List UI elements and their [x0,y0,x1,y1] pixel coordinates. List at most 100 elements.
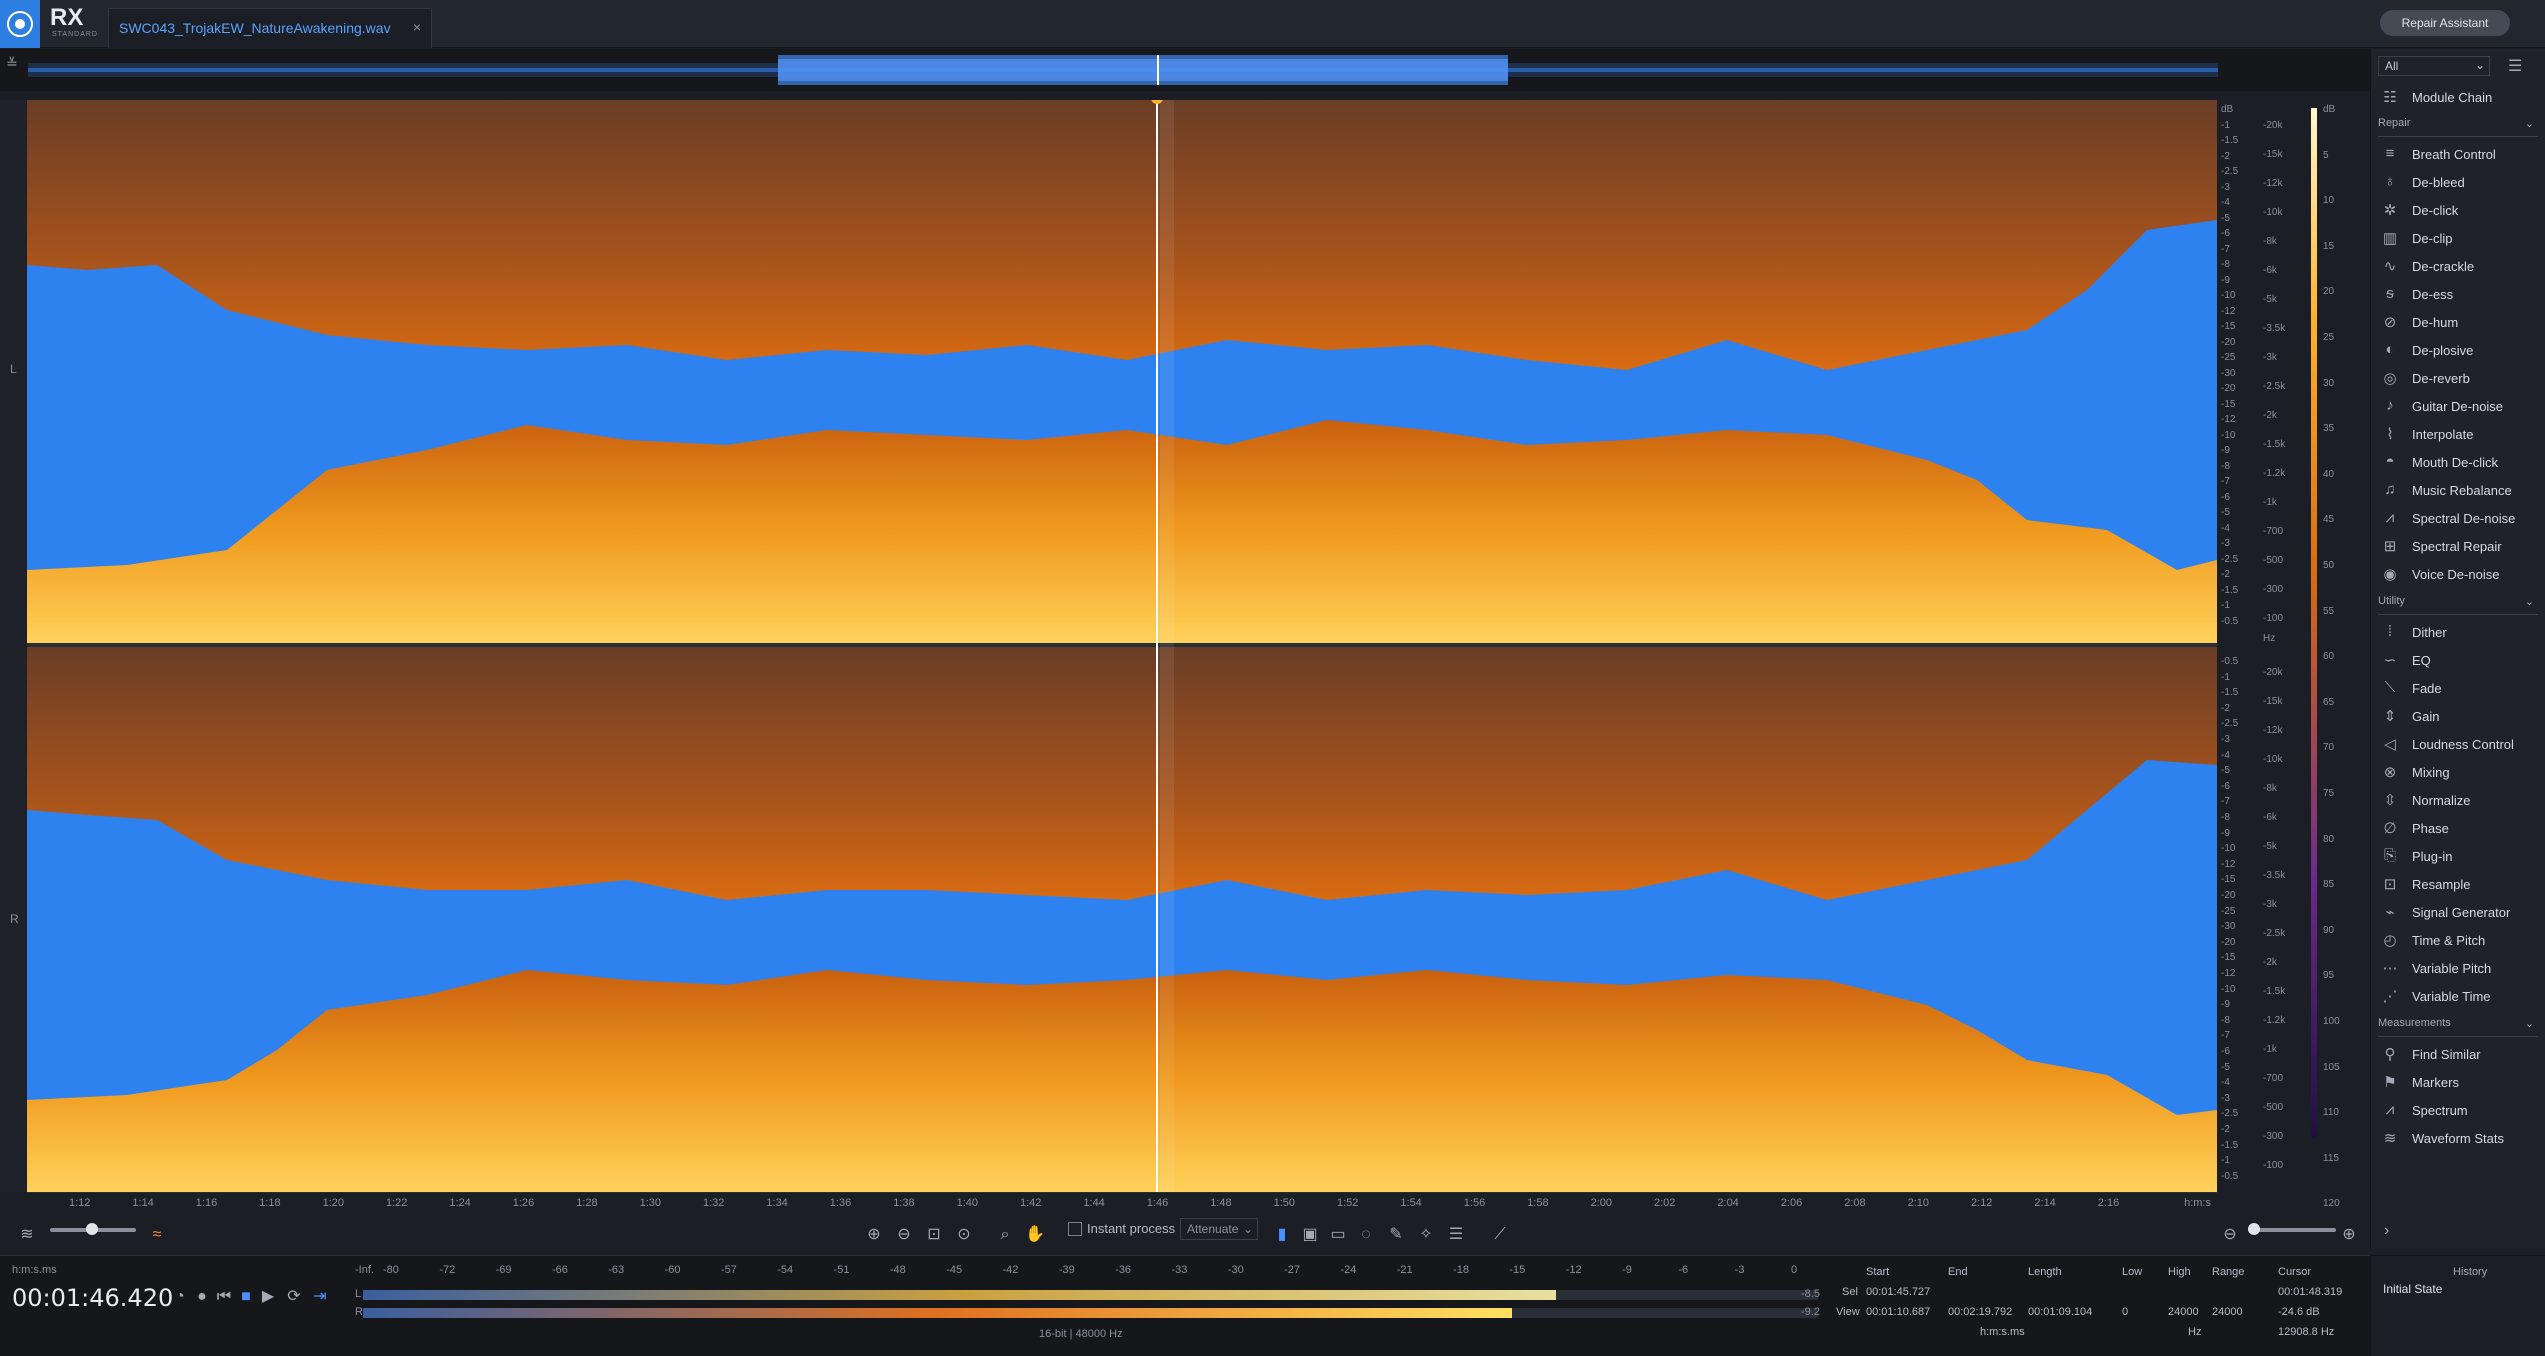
module-find-similar[interactable]: ⚲ Find Similar [2378,1043,2543,1067]
module-gain[interactable]: ⇕ Gain [2378,705,2543,729]
play-selection-icon[interactable]: ⇥ [308,1286,332,1308]
module-music-rebalance[interactable]: ♫ Music Rebalance [2378,479,2543,503]
module-group-header[interactable]: Repair ⌄ [2378,117,2538,137]
view-end[interactable]: 00:02:19.792 [1948,1306,2012,1318]
magic-wand-icon[interactable]: ✧ [1414,1224,1438,1246]
module-de-click[interactable]: ✲ De-click [2378,199,2543,223]
loop-icon[interactable]: ⟳ [282,1286,306,1308]
channel-right-display[interactable] [27,647,2217,1192]
module-normalize[interactable]: ⇳ Normalize [2378,789,2543,813]
module-resample[interactable]: ⊡ Resample [2378,873,2543,897]
overview-waveform[interactable] [28,55,2218,85]
repair-assistant-button[interactable]: Repair Assistant [2380,10,2510,36]
module-de-plosive[interactable]: ◐ De-plosive [2378,339,2543,363]
module-time-pitch[interactable]: ◴ Time & Pitch [2378,929,2543,953]
close-icon[interactable]: × [413,19,421,35]
spectrogram-toggle-icon[interactable]: ≈ [145,1224,169,1246]
zoom-in-icon[interactable]: ⊕ [862,1224,886,1246]
cursor-time: 00:01:48.319 [2278,1286,2343,1298]
module-eq[interactable]: ∽ EQ [2378,649,2543,673]
time-selection-icon[interactable]: ▮ [1270,1224,1294,1246]
phase-icon: ∅ [2383,820,2397,837]
waveform-overview[interactable]: ≚ [0,49,2370,91]
module-dither[interactable]: ⁞ Dither [2378,621,2543,645]
waveform-toggle-icon[interactable]: ≋ [15,1224,39,1246]
module-plug-in[interactable]: ⎘ Plug-in [2378,845,2543,869]
instant-process-checkbox[interactable] [1068,1222,1082,1236]
module-mouth-de-click[interactable]: ◓ Mouth De-click [2378,451,2543,475]
lasso-icon[interactable]: ◌ [1354,1224,1378,1246]
zoom-fit-icon[interactable]: ⊙ [952,1224,976,1246]
time-frequency-selection-icon[interactable]: ▣ [1298,1224,1322,1246]
headphones-icon[interactable]: ◔ [168,1286,192,1308]
module-de-ess[interactable]: ᵴ De-ess [2378,283,2543,307]
module-markers[interactable]: ⚑ Markers [2378,1071,2543,1095]
module-group-header[interactable]: Measurements ⌄ [2378,1017,2538,1037]
module-mixing[interactable]: ⊗ Mixing [2378,761,2543,785]
module-filter-dropdown[interactable]: All ⌄ [2378,56,2490,76]
module-chain-item[interactable]: ☷ Module Chain [2378,86,2543,110]
module-de-reverb[interactable]: ◎ De-reverb [2378,367,2543,391]
module-guitar-de-noise[interactable]: ♪ Guitar De-noise [2378,395,2543,419]
module-variable-time[interactable]: ⋰ Variable Time [2378,985,2543,1009]
hz-tick: -8k [2263,783,2277,794]
module-signal-generator[interactable]: ⌁ Signal Generator [2378,901,2543,925]
brush-icon[interactable]: ✎ [1384,1224,1408,1246]
harmonic-selection-icon[interactable]: ☰ [1444,1224,1468,1246]
module-voice-de-noise[interactable]: ◉ Voice De-noise [2378,563,2543,587]
view-length[interactable]: 00:01:09.104 [2028,1306,2092,1318]
module-loudness-control[interactable]: ◁ Loudness Control [2378,733,2543,757]
waveform-spectrogram-slider[interactable] [50,1223,136,1235]
record-icon[interactable]: ● [190,1286,214,1308]
envelope-icon[interactable]: ⟋ [1488,1224,1512,1246]
module-phase[interactable]: ∅ Phase [2378,817,2543,841]
channel-left-display[interactable] [27,100,2217,643]
attenuate-dropdown[interactable]: Attenuate ⌄ [1180,1218,1258,1240]
module-spectral-de-noise[interactable]: ⩘ Spectral De-noise [2378,507,2543,531]
module-variable-pitch[interactable]: ⋯ Variable Pitch [2378,957,2543,981]
db-tick: -12 [2221,414,2236,425]
db-tick: -30 [2221,367,2236,379]
hz-tick: -2k [2263,410,2277,421]
skip-back-icon[interactable]: ⏮ [212,1286,236,1308]
chevron-right-icon[interactable]: › [2384,1222,2389,1240]
channel-label-left: L [10,362,17,376]
spectrogram-waveform-display[interactable] [27,100,2217,1192]
time-format-selector[interactable]: h:m:s.ms [12,1264,57,1276]
module-interpolate[interactable]: ⌇ Interpolate [2378,423,2543,447]
timeline-ruler[interactable]: h:m:s 1:12 1:14 1:16 1:18 1:20 1:22 1:24 1:26 1:… [27,1192,2217,1214]
zoom-in-horizontal-icon[interactable]: ⊕ [2337,1224,2361,1246]
meter-scale-tick: -9 [1622,1264,1632,1276]
view-low[interactable]: 0 [2122,1306,2128,1318]
zoom-tool-icon[interactable]: ⌕ [993,1224,1017,1246]
stop-icon[interactable]: ■ [234,1286,258,1308]
module-group-header[interactable]: Utility ⌄ [2378,595,2538,615]
module-breath-control[interactable]: ≡ Breath Control [2378,143,2543,167]
view-high[interactable]: 24000 [2168,1306,2199,1318]
view-range[interactable]: 24000 [2212,1306,2243,1318]
module-spectrum[interactable]: ⩘ Spectrum [2378,1099,2543,1123]
meter-scale-tick: -60 [664,1264,681,1276]
history-item[interactable]: Initial State [2383,1282,2442,1296]
horizontal-zoom-slider[interactable] [2248,1223,2336,1235]
frequency-selection-icon[interactable]: ▭ [1326,1224,1350,1246]
module-de-crackle[interactable]: ∿ De-crackle [2378,255,2543,279]
play-icon[interactable]: ▶ [256,1286,280,1308]
module-de-clip[interactable]: ▥ De-clip [2378,227,2543,251]
hand-tool-icon[interactable]: ✋ [1023,1224,1047,1246]
sel-start[interactable]: 00:01:45.727 [1866,1286,1930,1298]
zoom-out-icon[interactable]: ⊖ [892,1224,916,1246]
module-spectral-repair[interactable]: ⊞ Spectral Repair [2378,535,2543,559]
collapse-icon[interactable]: ≚ [6,55,18,72]
module-de-bleed[interactable]: ♁ De-bleed [2378,171,2543,195]
module-fade[interactable]: ⟍ Fade [2378,677,2543,701]
zoom-out-horizontal-icon[interactable]: ⊖ [2218,1224,2242,1246]
hz-tick: -1k [2263,497,2277,508]
file-tab[interactable]: SWC043_TrojakEW_NatureAwakening.wav × [108,8,432,48]
module-waveform-stats[interactable]: ≋ Waveform Stats [2378,1127,2543,1151]
zoom-selection-icon[interactable]: ⊡ [922,1224,946,1246]
menu-icon[interactable]: ☰ [2508,56,2522,76]
view-start[interactable]: 00:01:10.687 [1866,1306,1930,1318]
module-label: Find Similar [2412,1047,2481,1062]
module-de-hum[interactable]: ⊘ De-hum [2378,311,2543,335]
